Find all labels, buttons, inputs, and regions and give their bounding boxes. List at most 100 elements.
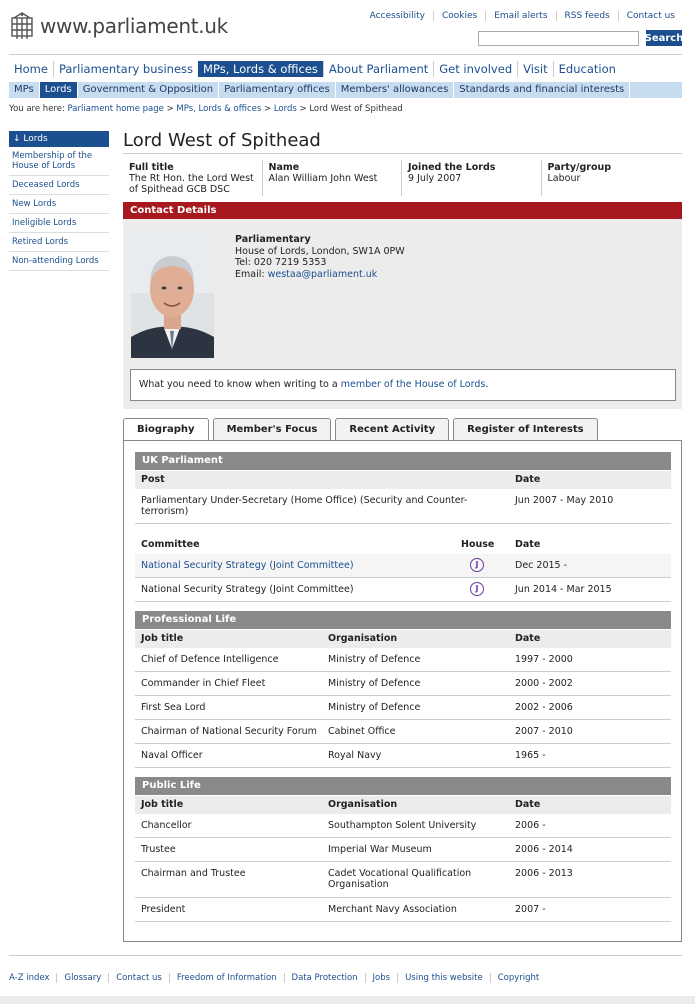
job-title: Chairman of National Security Forum	[141, 726, 317, 737]
col-post: Post	[141, 474, 165, 485]
subnav-parliamentary-offices[interactable]: Parliamentary offices	[219, 82, 336, 98]
nav-home[interactable]: Home	[9, 61, 53, 77]
table-row: Naval Officer Royal Navy 1965 -	[135, 744, 671, 768]
sidebar-item-membership[interactable]: Membership of the House of Lords	[9, 147, 109, 176]
job-date: 1997 - 2000	[515, 654, 573, 665]
tab-members-focus[interactable]: Member's Focus	[212, 418, 332, 440]
member-portrait	[131, 233, 214, 358]
footer-az-index[interactable]: A-Z index	[9, 973, 56, 983]
breadcrumb-mps-lords[interactable]: MPs, Lords & offices	[176, 104, 261, 114]
committee-name: National Security Strategy (Joint Commit…	[141, 584, 354, 595]
portcullis-icon	[11, 12, 33, 39]
fact-value: 9 July 2007	[408, 173, 462, 184]
nav-parliamentary-business[interactable]: Parliamentary business	[52, 61, 198, 77]
col-committee: Committee	[141, 539, 200, 550]
footer-glossary[interactable]: Glossary	[56, 973, 108, 983]
subnav-lords[interactable]: Lords	[39, 82, 78, 98]
contact-us-link[interactable]: Contact us	[617, 11, 683, 21]
organisation: Ministry of Defence	[328, 654, 421, 665]
subnav-members-allowances[interactable]: Members' allowances	[336, 82, 455, 98]
breadcrumb-sep: >	[264, 104, 272, 114]
joint-house-icon: J	[470, 558, 484, 572]
footer-copyright[interactable]: Copyright	[489, 973, 547, 983]
job-title: Chancellor	[141, 820, 192, 831]
joint-house-icon: J	[470, 582, 484, 596]
subnav-government-opposition[interactable]: Government & Opposition	[78, 82, 220, 98]
email-link[interactable]: westaa@parliament.uk	[268, 269, 378, 280]
job-title: President	[141, 904, 186, 915]
sidebar-item-ineligible[interactable]: Ineligible Lords	[9, 214, 109, 233]
search-input[interactable]	[478, 31, 639, 46]
breadcrumb-home[interactable]: Parliament home page	[68, 104, 164, 114]
footer-using-website[interactable]: Using this website	[397, 973, 490, 983]
tab-biography[interactable]: Biography	[123, 418, 209, 441]
posts-header: Post Date	[135, 471, 671, 489]
notice-link[interactable]: member of the House of Lords	[341, 379, 486, 390]
col-date: Date	[515, 474, 541, 485]
col-organisation: Organisation	[328, 799, 398, 810]
tab-register-of-interests[interactable]: Register of Interests	[453, 418, 598, 440]
sidebar-item-retired[interactable]: Retired Lords	[9, 233, 109, 252]
subnav-standards[interactable]: Standards and financial interests	[454, 82, 631, 98]
committees-header: Committee House Date	[135, 536, 671, 554]
fact-label: Party/group	[547, 162, 612, 173]
job-date: 2007 - 2010	[515, 726, 573, 737]
col-job-title: Job title	[141, 799, 184, 810]
rss-feeds-link[interactable]: RSS feeds	[555, 11, 618, 21]
job-date: 1965 -	[515, 750, 546, 761]
tab-recent-activity[interactable]: Recent Activity	[335, 418, 450, 440]
nav-education[interactable]: Education	[552, 61, 621, 77]
sidebar-item-deceased[interactable]: Deceased Lords	[9, 176, 109, 195]
professional-header: Job title Organisation Date	[135, 630, 671, 648]
col-date: Date	[515, 539, 541, 550]
sidebar-item-non-attending[interactable]: Non-attending Lords	[9, 252, 109, 271]
job-title: First Sea Lord	[141, 702, 206, 713]
contact-address: Parliamentary House of Lords, London, SW…	[235, 234, 405, 280]
job-title: Commander in Chief Fleet	[141, 678, 266, 689]
cookies-link[interactable]: Cookies	[432, 11, 485, 21]
job-title: Chairman and Trustee	[141, 868, 246, 879]
email-alerts-link[interactable]: Email alerts	[485, 11, 555, 21]
site-header: www.parliament.uk Accessibility Cookies …	[0, 0, 695, 58]
footer-data-protection[interactable]: Data Protection	[283, 973, 365, 983]
fact-joined: Joined the Lords 9 July 2007	[402, 160, 542, 196]
site-logo[interactable]: www.parliament.uk	[10, 12, 228, 40]
organisation: Merchant Navy Association	[328, 904, 457, 915]
organisation: Southampton Solent University	[328, 820, 477, 831]
email-prefix: Email:	[235, 268, 268, 280]
table-row: First Sea Lord Ministry of Defence 2002 …	[135, 696, 671, 720]
job-date: 2006 -	[515, 820, 546, 831]
public-header: Job title Organisation Date	[135, 796, 671, 814]
footer-foi[interactable]: Freedom of Information	[168, 973, 284, 983]
job-date: 2002 - 2006	[515, 702, 573, 713]
organisation: Cabinet Office	[328, 726, 396, 737]
nav-visit[interactable]: Visit	[517, 61, 553, 77]
nav-get-involved[interactable]: Get involved	[433, 61, 517, 77]
main-nav: Home Parliamentary business MPs, Lords &…	[9, 61, 621, 77]
footer-contact-us[interactable]: Contact us	[108, 973, 169, 983]
sidebar-head-lords[interactable]: ↓ Lords	[9, 131, 109, 147]
committee-link[interactable]: National Security Strategy (Joint Commit…	[141, 560, 354, 571]
job-title: Trustee	[141, 844, 176, 855]
contact-label: Parliamentary	[235, 234, 311, 245]
fact-full-title: Full title The Rt Hon. the Lord West of …	[123, 160, 263, 196]
breadcrumb-lords[interactable]: Lords	[274, 104, 297, 114]
main-content: Lord West of Spithead Full title The Rt …	[123, 128, 682, 942]
breadcrumb-sep: >	[299, 104, 307, 114]
subnav-mps[interactable]: MPs	[9, 82, 40, 98]
footer-jobs[interactable]: Jobs	[364, 973, 398, 983]
job-date: 2006 - 2014	[515, 844, 573, 855]
accessibility-link[interactable]: Accessibility	[362, 11, 433, 21]
utility-links: Accessibility Cookies Email alerts RSS f…	[362, 11, 683, 21]
search-button[interactable]: Search	[645, 30, 683, 46]
biography-panel: UK Parliament Post Date Parliamentary Un…	[123, 440, 682, 942]
contact-address-line: House of Lords, London, SW1A 0PW	[235, 245, 405, 257]
nav-about-parliament[interactable]: About Parliament	[322, 61, 433, 77]
breadcrumb-current: Lord West of Spithead	[309, 104, 403, 114]
page-title: Lord West of Spithead	[123, 128, 682, 154]
sidebar-item-new[interactable]: New Lords	[9, 195, 109, 214]
profile-tabs: Biography Member's Focus Recent Activity…	[123, 418, 598, 441]
contact-email-row: Email: westaa@parliament.uk	[235, 269, 405, 281]
notice-end: .	[485, 379, 489, 390]
nav-mps-lords-offices[interactable]: MPs, Lords & offices	[198, 61, 323, 77]
